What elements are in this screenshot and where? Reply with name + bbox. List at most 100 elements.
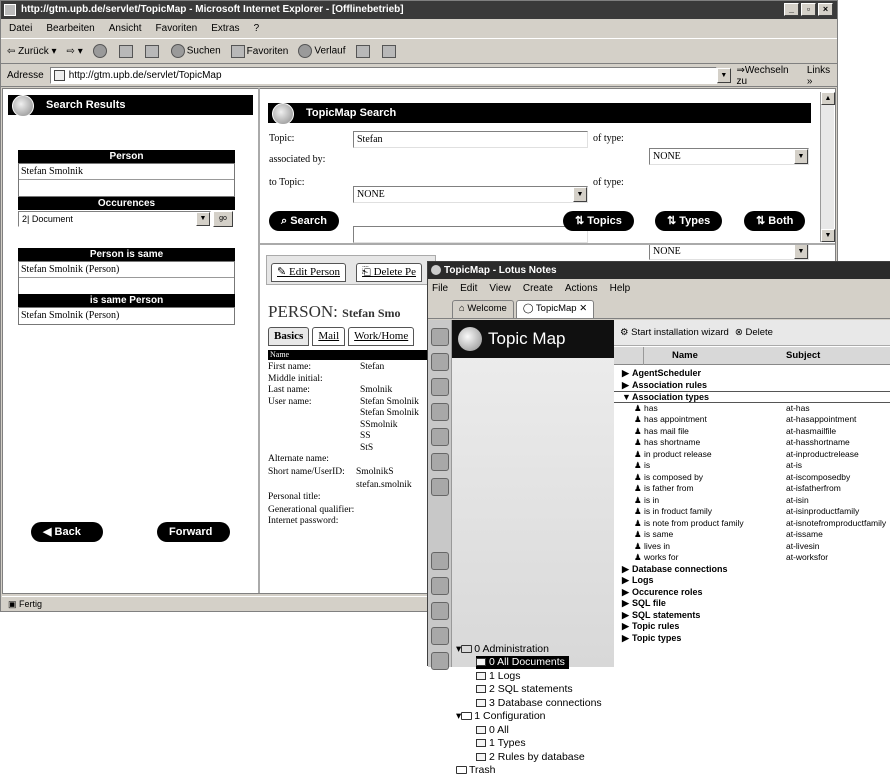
view-category-row[interactable]: ▶ Database connections — [614, 564, 890, 576]
menu-actions[interactable]: Actions — [565, 280, 598, 298]
view-category-row[interactable]: ▶ Topic types — [614, 633, 890, 645]
tree-item[interactable]: 2 SQL statements — [476, 683, 573, 696]
tab-mail[interactable]: Mail — [312, 327, 346, 346]
go-small-button[interactable]: go — [213, 211, 233, 227]
stop-icon[interactable] — [92, 44, 107, 58]
view-category-row[interactable]: ▶ SQL file — [614, 598, 890, 610]
to-topic-type-select[interactable]: NONE ▼ — [649, 243, 809, 260]
edit-person-button[interactable]: ✎ Edit Person — [271, 263, 346, 282]
view-category-row[interactable]: ▶ AgentScheduler — [614, 368, 890, 380]
history-button[interactable]: Verlauf — [298, 44, 346, 58]
replication-bookmark-icon[interactable] — [431, 428, 449, 446]
maximize-button[interactable]: ▫ — [801, 3, 816, 16]
scroll-up-button[interactable]: ▲ — [821, 92, 835, 105]
view-document-row[interactable]: ♟ is father from at-isfatherfrom — [614, 483, 890, 495]
view-document-row[interactable]: ♟ has at-has — [614, 403, 890, 415]
menu-create[interactable]: Create — [523, 280, 553, 298]
menu-extras[interactable]: Extras — [211, 20, 239, 37]
occurence-select[interactable]: 2| Document ▼ — [18, 211, 211, 227]
view-document-row[interactable]: ♟ has appointment at-hasappointment — [614, 414, 890, 426]
tree-item[interactable]: 0 All Documents — [476, 656, 569, 669]
view-document-row[interactable]: ♟ lives in at-livesin — [614, 541, 890, 553]
tab-basics[interactable]: Basics — [268, 327, 310, 346]
mail-icon[interactable] — [355, 44, 370, 58]
menu-favoriten[interactable]: Favoriten — [156, 20, 198, 37]
topic-type-select[interactable]: NONE ▼ — [649, 148, 809, 165]
search-bookmark-icon[interactable] — [431, 627, 449, 645]
view-document-row[interactable]: ♟ is same at-issame — [614, 529, 890, 541]
tree-item[interactable]: ▾ 0 Administration — [456, 643, 549, 656]
links-button[interactable]: Links » — [807, 65, 837, 87]
tree-item[interactable]: 2 Rules by database — [476, 751, 585, 764]
todo-bookmark-icon[interactable] — [431, 403, 449, 421]
databases-bookmark-icon[interactable] — [431, 478, 449, 496]
tools-bookmark-icon[interactable] — [431, 552, 449, 570]
back-nav-button[interactable]: ◀ Back — [31, 522, 103, 542]
menu-file[interactable]: File — [432, 280, 448, 298]
menu-ansicht[interactable]: Ansicht — [109, 20, 142, 37]
view-document-row[interactable]: ♟ in product release at-inproductrelease — [614, 449, 890, 461]
tree-item[interactable]: 1 Types — [476, 737, 526, 750]
menu-help[interactable]: ? — [254, 20, 260, 37]
association-select[interactable]: NONE ▼ — [353, 186, 588, 203]
minimize-button[interactable]: _ — [784, 3, 799, 16]
calendar-bookmark-icon[interactable] — [431, 353, 449, 371]
view-document-row[interactable]: ♟ is in froduct family at-isinproductfamil… — [614, 506, 890, 518]
word-icon[interactable] — [381, 44, 396, 58]
address-input[interactable]: http://gtm.upb.de/servlet/TopicMap — [49, 67, 718, 84]
mail-bookmark-icon[interactable] — [431, 328, 449, 346]
favorites-button[interactable]: Favoriten — [230, 44, 288, 58]
view-category-row[interactable]: ▶ Association rules — [614, 380, 890, 392]
person-row[interactable]: Stefan Smolnik — [19, 164, 234, 180]
person-same-row[interactable]: Stefan Smolnik (Person) — [19, 262, 234, 278]
close-tab-icon[interactable]: ✕ — [579, 303, 587, 314]
tree-item[interactable]: Trash — [456, 764, 495, 777]
view-document-row[interactable]: ♟ has shortname at-hasshortname — [614, 437, 890, 449]
view-category-row[interactable]: ▶ Logs — [614, 575, 890, 587]
types-sort-button[interactable]: ⇅ Types — [655, 211, 723, 231]
start-wizard-button[interactable]: ⚙ Start installation wizard — [620, 327, 729, 338]
to-topic-input[interactable] — [353, 226, 588, 243]
frame-divider-horizontal[interactable] — [260, 243, 835, 245]
menu-help[interactable]: Help — [610, 280, 631, 298]
topic-input[interactable]: Stefan — [353, 131, 588, 148]
search-button[interactable]: ⌕ Search — [269, 211, 339, 231]
home-icon[interactable] — [144, 44, 159, 58]
tree-item[interactable]: 1 Logs — [476, 670, 521, 683]
view-category-row[interactable]: ▶ Topic rules — [614, 621, 890, 633]
history-bookmark-icon[interactable] — [431, 577, 449, 595]
column-subject-header[interactable]: Subject — [786, 347, 820, 365]
view-document-row[interactable]: ♟ has mail file at-hasmailfile — [614, 426, 890, 438]
view-category-row[interactable]: ▼ Association types — [614, 391, 890, 403]
close-button[interactable]: × — [818, 3, 833, 16]
is-same-person-row[interactable]: Stefan Smolnik (Person) — [19, 308, 234, 324]
tab-work-home[interactable]: Work/Home — [348, 327, 415, 346]
view-category-row[interactable]: ▶ SQL statements — [614, 610, 890, 622]
view-category-row[interactable]: ▶ Occurence roles — [614, 587, 890, 599]
tab-topicmap[interactable]: ◯ TopicMap ✕ — [515, 300, 595, 318]
menu-datei[interactable]: Datei — [9, 20, 32, 37]
both-sort-button[interactable]: ⇅ Both — [744, 211, 806, 231]
menu-edit[interactable]: Edit — [460, 280, 477, 298]
forward-button[interactable]: ⇨ ▾ — [67, 46, 83, 57]
search-button[interactable]: Suchen — [170, 44, 221, 58]
go-button[interactable]: ⇒Wechseln zu — [737, 65, 799, 87]
address-book-bookmark-icon[interactable] — [431, 378, 449, 396]
address-dropdown-arrow[interactable]: ▼ — [717, 68, 731, 83]
delete-button[interactable]: ⊗ Delete — [735, 327, 773, 338]
view-document-row[interactable]: ♟ is at-is — [614, 460, 890, 472]
favorites-bookmark-icon[interactable] — [431, 453, 449, 471]
refresh-icon[interactable] — [118, 44, 133, 58]
scroll-down-button[interactable]: ▼ — [821, 229, 835, 242]
menu-view[interactable]: View — [489, 280, 511, 298]
frame-divider[interactable] — [258, 88, 260, 593]
tree-item[interactable]: 0 All — [476, 724, 509, 737]
tree-item[interactable]: 3 Database connections — [476, 697, 602, 710]
view-document-row[interactable]: ♟ is in at-isin — [614, 495, 890, 507]
menu-bearbeiten[interactable]: Bearbeiten — [46, 20, 94, 37]
forward-nav-button[interactable]: Forward ▶ — [157, 522, 230, 558]
delete-person-button[interactable]: ⎗ Delete Pe — [356, 263, 423, 282]
view-document-row[interactable]: ♟ is note from product family at-isnotefro… — [614, 518, 890, 530]
view-document-row[interactable]: ♟ is composed by at-iscomposedby — [614, 472, 890, 484]
tab-welcome[interactable]: ⌂ Welcome — [452, 300, 514, 318]
